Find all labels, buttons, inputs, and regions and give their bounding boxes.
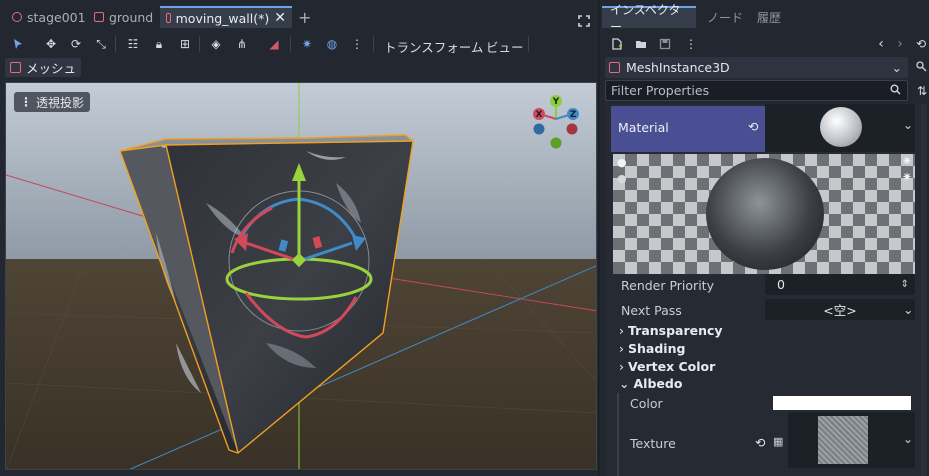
history-forward-icon[interactable]: › bbox=[891, 35, 909, 53]
scale-mode-icon[interactable]: ⤡ bbox=[92, 35, 110, 53]
inspector-toolbar: ⋮ ‹ › ⟲ bbox=[600, 33, 929, 55]
gizmo-x-label: X bbox=[536, 110, 543, 120]
environment-preview-icon[interactable]: ◍ bbox=[323, 35, 341, 53]
revert-icon[interactable]: ⟲ bbox=[748, 119, 758, 134]
render-priority-label: Render Priority bbox=[621, 278, 714, 293]
scene-tab-label: moving_wall(*) bbox=[175, 10, 270, 26]
viewport-3d[interactable]: Y X Z ⋮ 透視投影 bbox=[5, 82, 597, 470]
save-icon[interactable] bbox=[656, 35, 674, 53]
open-folder-icon[interactable] bbox=[632, 35, 650, 53]
material-label: Material bbox=[618, 120, 669, 135]
more-options-icon[interactable]: ⋮ bbox=[348, 35, 366, 53]
next-pass-picker[interactable]: <空> ⌄ bbox=[765, 299, 915, 320]
spinner-icon[interactable]: ⇕ bbox=[901, 279, 909, 290]
inspector-panel: インスペクター ノード 履歴 ⋮ ‹ › ⟲ MeshInstance3D ⌄ bbox=[600, 0, 929, 476]
chevron-right-icon: › bbox=[619, 323, 624, 338]
texture-type-icon: ▦ bbox=[773, 435, 784, 448]
light-2-icon[interactable]: ● bbox=[617, 172, 627, 185]
property-options-icon[interactable]: ⇅ bbox=[913, 82, 929, 100]
render-priority-input[interactable]: 0 ⇕ bbox=[765, 274, 915, 295]
close-tab-icon[interactable]: ✕ bbox=[274, 10, 286, 26]
material-resource-picker[interactable]: ⌄ bbox=[765, 104, 915, 152]
menu-dots-icon: ⋮ bbox=[20, 95, 32, 109]
filter-placeholder: Filter Properties bbox=[611, 83, 710, 98]
more-options-icon[interactable]: ⋮ bbox=[682, 35, 700, 53]
chevron-down-icon: ⌄ bbox=[619, 376, 630, 391]
texture-resource-picker[interactable]: ⌄ bbox=[788, 412, 915, 468]
object-history-icon[interactable]: ⟲ bbox=[912, 35, 929, 53]
move-mode-icon[interactable]: ✥ bbox=[42, 35, 60, 53]
scene-tab-ground[interactable]: ground bbox=[88, 6, 159, 28]
perspective-menu-button[interactable]: ⋮ 透視投影 bbox=[14, 92, 91, 112]
mesh-node-icon bbox=[609, 62, 620, 73]
section-transparency[interactable]: › Transparency bbox=[619, 323, 723, 338]
scene-tab-moving-wall[interactable]: moving_wall(*) ✕ bbox=[160, 6, 292, 28]
texture-label: Texture bbox=[630, 436, 676, 451]
chevron-down-icon: ⌄ bbox=[891, 60, 902, 75]
filter-properties-input[interactable]: Filter Properties bbox=[605, 80, 908, 101]
new-resource-icon[interactable] bbox=[608, 35, 626, 53]
inspector-scrollbar[interactable] bbox=[921, 104, 927, 476]
tab-inspector[interactable]: インスペクター bbox=[602, 3, 696, 34]
tab-node[interactable]: ノード bbox=[699, 6, 751, 28]
material-preview-sphere bbox=[706, 158, 824, 270]
section-vertex-color[interactable]: › Vertex Color bbox=[619, 359, 715, 374]
scene-tab-bar: stage001 ground moving_wall(*) ✕ + bbox=[0, 6, 598, 28]
mesh-menu-label: メッシュ bbox=[26, 61, 77, 76]
chevron-down-icon: ⌄ bbox=[903, 432, 914, 446]
group-icon[interactable]: ⊞ bbox=[176, 35, 194, 53]
mesh-node-icon bbox=[94, 12, 104, 22]
gizmo-z-label: Z bbox=[570, 110, 577, 120]
next-pass-label: Next Pass bbox=[621, 303, 682, 318]
viewport-toolbar: ✥ ⟳ ⤡ ☷ 🔒︎ ⊞ ◈ ⋔ ◢ ✷ ◍ ⋮ トランスフォーム ビュー bbox=[0, 30, 598, 58]
lock-icon[interactable]: 🔒︎ bbox=[150, 35, 168, 53]
texture-preview-thumb bbox=[818, 416, 868, 464]
circle-node-icon bbox=[12, 12, 22, 22]
scene-tab-label: ground bbox=[109, 9, 154, 25]
chevron-right-icon: › bbox=[619, 341, 624, 356]
camera-override-icon[interactable]: ◢ bbox=[265, 35, 283, 53]
material-preview-thumb bbox=[820, 107, 862, 147]
albedo-color-swatch[interactable] bbox=[773, 396, 911, 410]
property-list: Material ⟲ ⌄ ● ● ✷ ✷ Render Priority 0 ⇕… bbox=[605, 104, 921, 476]
mesh-menu-bar: メッシュ bbox=[0, 56, 598, 80]
inspector-tab-bar: インスペクター ノード 履歴 bbox=[600, 3, 929, 34]
select-mode-icon[interactable] bbox=[9, 35, 27, 53]
scene-tab-stage001[interactable]: stage001 bbox=[6, 6, 92, 28]
rotate-mode-icon[interactable]: ⟳ bbox=[67, 35, 85, 53]
tab-history[interactable]: 履歴 bbox=[749, 6, 789, 28]
distraction-free-icon[interactable] bbox=[578, 15, 590, 27]
viewport-scene: Y X Z bbox=[6, 83, 596, 469]
local-space-icon[interactable]: ◈ bbox=[207, 35, 225, 53]
section-shading[interactable]: › Shading bbox=[619, 341, 685, 356]
history-back-icon[interactable]: ‹ bbox=[872, 35, 890, 53]
snap-icon[interactable]: ⋔ bbox=[233, 35, 251, 53]
search-icon bbox=[890, 83, 901, 98]
sun-alt-icon[interactable]: ✷ bbox=[902, 170, 912, 184]
chevron-down-icon: ⌄ bbox=[903, 302, 914, 317]
gizmo-y-label: Y bbox=[552, 97, 560, 107]
material-preview-panel: ● ● ✷ ✷ bbox=[613, 154, 915, 274]
scene-tab-label: stage001 bbox=[27, 9, 86, 25]
view-menu[interactable]: ビュー bbox=[486, 37, 524, 56]
sun-icon[interactable]: ✷ bbox=[902, 154, 912, 168]
chevron-right-icon: › bbox=[619, 359, 624, 374]
transform-menu[interactable]: トランスフォーム bbox=[384, 37, 483, 56]
node-info-icon[interactable] bbox=[913, 58, 929, 76]
sun-preview-icon[interactable]: ✷ bbox=[298, 35, 316, 53]
editor-3d-panel: stage001 ground moving_wall(*) ✕ + ✥ ⟳ ⤡ bbox=[0, 0, 598, 476]
section-albedo[interactable]: ⌄ Albedo bbox=[619, 376, 682, 391]
revert-icon[interactable]: ⟲ bbox=[755, 435, 765, 450]
chevron-down-icon: ⌄ bbox=[903, 118, 914, 132]
node-name: MeshInstance3D bbox=[626, 60, 730, 75]
perspective-label: 透視投影 bbox=[36, 95, 85, 110]
list-select-icon[interactable]: ☷ bbox=[124, 35, 142, 53]
add-scene-tab-icon[interactable]: + bbox=[298, 10, 311, 26]
mesh-node-icon bbox=[10, 62, 21, 73]
mesh-node-icon bbox=[166, 13, 171, 23]
light-1-icon[interactable]: ● bbox=[617, 156, 627, 169]
node-selector[interactable]: MeshInstance3D ⌄ bbox=[605, 57, 908, 78]
mesh-menu-button[interactable]: メッシュ bbox=[5, 58, 82, 77]
color-label: Color bbox=[630, 396, 663, 411]
